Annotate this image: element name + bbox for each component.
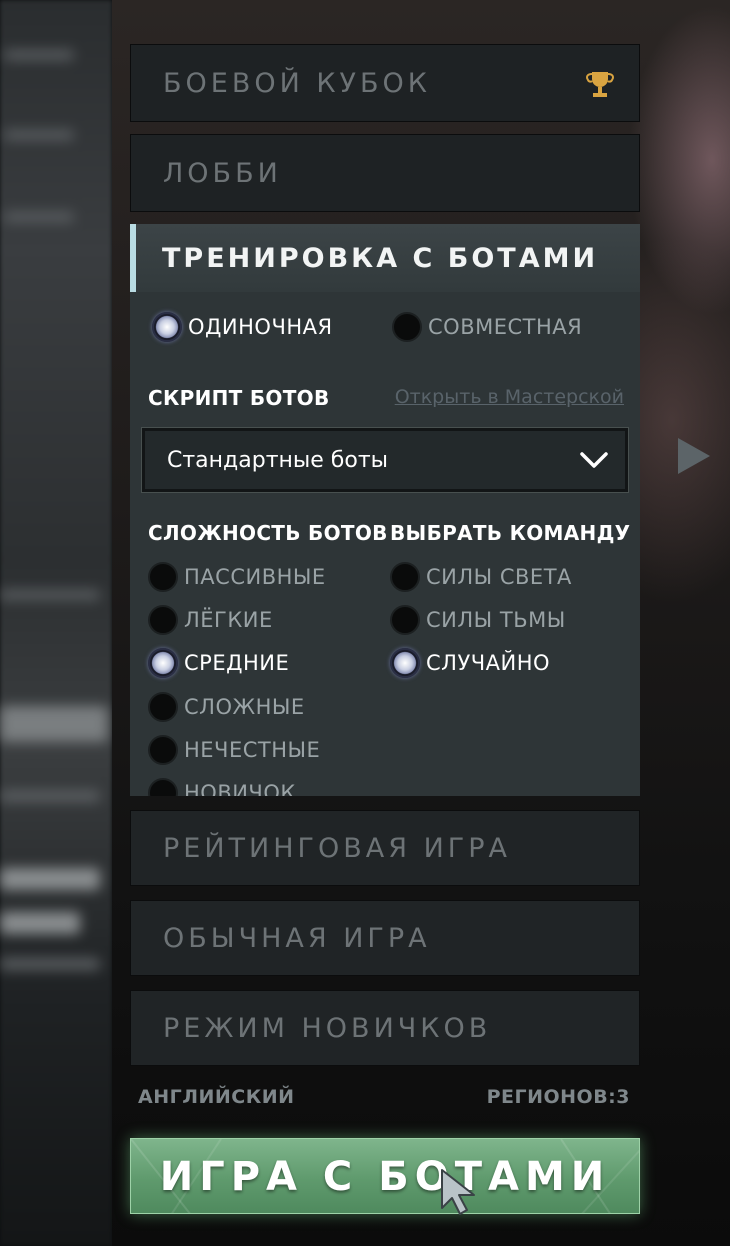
radio-dot-selected [152,312,182,342]
radio-dot [390,562,420,592]
radio-dot [148,692,178,722]
bot-practice-title: ТРЕНИРОВКА С БОТАМИ [162,242,599,274]
radio-team-radiant[interactable]: СИЛЫ СВЕТА [390,562,572,592]
mode-newbie-label: РЕЖИМ НОВИЧКОВ [163,1012,492,1044]
mode-battle-cup-label: БОЕВОЙ КУБОК [163,67,431,99]
radio-team-random[interactable]: СЛУЧАЙНО [390,648,550,678]
radio-dot-selected [390,648,420,678]
bot-practice-panel: ТРЕНИРОВКА С БОТАМИ ОДИНОЧНАЯ СОВМЕСТНАЯ… [130,224,640,796]
radio-difficulty-label: НЕЧЕСТНЫЕ [184,738,321,762]
play-with-bots-button[interactable]: ИГРА С БОТАМИ [130,1138,640,1214]
radio-team-label: СИЛЫ ТЬМЫ [426,608,566,632]
radio-dot [148,562,178,592]
radio-difficulty-unfair[interactable]: НЕЧЕСТНЫЕ [148,735,320,765]
cursor-icon [441,1169,475,1215]
radio-difficulty-label: СРЕДНИЕ [184,651,290,675]
mode-lobby-label: ЛОББИ [163,157,282,189]
bot-practice-header[interactable]: ТРЕНИРОВКА С БОТАМИ [130,224,640,292]
radio-dot [148,735,178,765]
right-arrow-icon[interactable] [674,434,714,478]
bot-script-label: СКРИПТ БОТОВ [148,386,330,410]
radio-team-dire[interactable]: СИЛЫ ТЬМЫ [390,605,566,635]
bot-difficulty-label: СЛОЖНОСТЬ БОТОВ [148,521,388,545]
radio-difficulty-medium[interactable]: СРЕДНИЕ [148,648,289,678]
bot-script-value: Стандартные боты [167,447,389,473]
radio-team-label: СИЛЫ СВЕТА [426,565,572,589]
open-workshop-link[interactable]: Открыть в Мастерской [395,386,624,408]
mode-battle-cup[interactable]: БОЕВОЙ КУБОК [130,44,640,122]
radio-coop[interactable]: СОВМЕСТНАЯ [392,312,582,342]
radio-difficulty-newbie[interactable]: НОВИЧОК [148,778,296,796]
radio-difficulty-hard[interactable]: СЛОЖНЫЕ [148,692,305,722]
language-selector[interactable]: АНГЛИЙСКИЙ [138,1086,295,1108]
chevron-down-icon [580,452,608,468]
radio-solo[interactable]: ОДИНОЧНАЯ [152,312,333,342]
radio-dot-selected [148,648,178,678]
trophy-icon [586,72,614,97]
radio-solo-label: ОДИНОЧНАЯ [188,315,333,339]
regions-selector[interactable]: РЕГИОНОВ:3 [487,1086,630,1108]
radio-difficulty-passive[interactable]: ПАССИВНЫЕ [148,562,326,592]
radio-difficulty-label: СЛОЖНЫЕ [184,695,305,719]
radio-difficulty-label: ПАССИВНЫЕ [184,565,326,589]
radio-dot [148,778,178,796]
choose-team-label: ВЫБРАТЬ КОМАНДУ [390,521,631,545]
mode-normal[interactable]: ОБЫЧНАЯ ИГРА [130,900,640,976]
radio-dot [148,605,178,635]
mode-ranked-label: РЕЙТИНГОВАЯ ИГРА [163,832,512,864]
radio-dot [392,312,422,342]
radio-coop-label: СОВМЕСТНАЯ [428,315,583,339]
blurred-background-left [0,0,112,1246]
mode-newbie[interactable]: РЕЖИМ НОВИЧКОВ [130,990,640,1066]
radio-difficulty-label: НОВИЧОК [184,781,296,796]
radio-dot [390,605,420,635]
radio-team-label: СЛУЧАЙНО [426,651,551,675]
mode-normal-label: ОБЫЧНАЯ ИГРА [163,922,431,954]
bot-script-dropdown[interactable]: Стандартные боты [141,427,629,493]
radio-difficulty-easy[interactable]: ЛЁГКИЕ [148,605,273,635]
play-with-bots-label: ИГРА С БОТАМИ [159,1154,611,1200]
mode-lobby[interactable]: ЛОББИ [130,134,640,212]
mode-ranked[interactable]: РЕЙТИНГОВАЯ ИГРА [130,810,640,886]
radio-difficulty-label: ЛЁГКИЕ [184,608,273,632]
